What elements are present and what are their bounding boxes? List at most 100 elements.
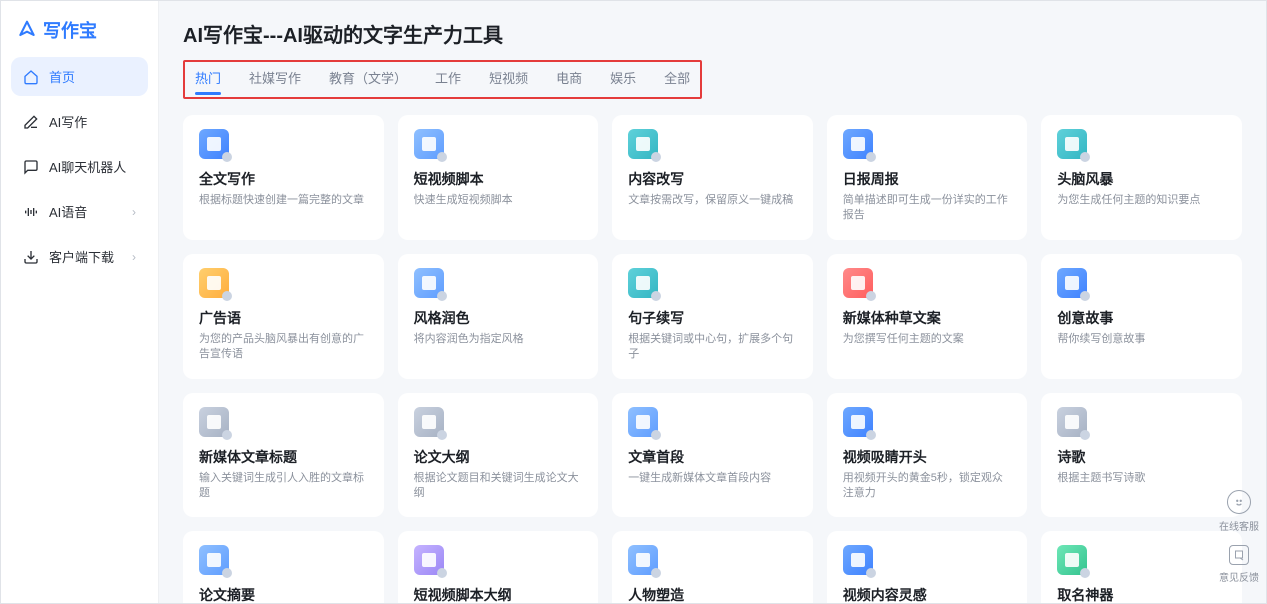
- customer-service-label: 在线客服: [1219, 518, 1259, 533]
- template-icon: [843, 129, 873, 159]
- template-icon: [843, 545, 873, 575]
- chevron-right-icon: ›: [132, 205, 136, 219]
- template-desc: 帮你续写创意故事: [1057, 332, 1226, 347]
- template-icon: [199, 545, 229, 575]
- template-title: 取名神器: [1057, 585, 1226, 603]
- home-icon: [23, 69, 39, 85]
- template-icon: [628, 129, 658, 159]
- template-card-17[interactable]: 人物塑造为你故事中的角色塑造一个丰满的人物形象: [612, 531, 813, 603]
- template-card-10[interactable]: 新媒体文章标题输入关键词生成引人入胜的文章标题: [183, 393, 384, 518]
- template-title: 论文大纲: [414, 447, 583, 467]
- chevron-right-icon: ›: [132, 250, 136, 264]
- sidebar: 写作宝 首页AI写作AI聊天机器人AI语音›客户端下载›: [1, 1, 159, 603]
- customer-service-button[interactable]: 在线客服: [1221, 490, 1257, 533]
- template-title: 文章首段: [628, 447, 797, 467]
- pencil-icon: [23, 114, 39, 130]
- template-icon: [1057, 545, 1087, 575]
- tab-4[interactable]: 短视频: [489, 68, 528, 93]
- template-title: 全文写作: [199, 169, 368, 189]
- template-icon: [414, 407, 444, 437]
- template-title: 视频吸睛开头: [843, 447, 1012, 467]
- template-icon: [1057, 268, 1087, 298]
- template-card-15[interactable]: 论文摘要根据论文题目和关键词生成论文摘要: [183, 531, 384, 603]
- sidebar-item-3[interactable]: AI语音 ›: [11, 192, 148, 231]
- template-card-3[interactable]: 日报周报简单描述即可生成一份详实的工作报告: [827, 115, 1028, 240]
- template-desc: 为您生成任何主题的知识要点: [1057, 193, 1226, 208]
- sidebar-item-0[interactable]: 首页: [11, 57, 148, 96]
- template-icon: [199, 129, 229, 159]
- template-icon: [843, 268, 873, 298]
- template-icon: [1057, 407, 1087, 437]
- feedback-button[interactable]: 意见反馈: [1221, 545, 1257, 584]
- template-desc: 根据主题书写诗歌: [1057, 471, 1226, 486]
- template-desc: 根据标题快速创建一篇完整的文章: [199, 193, 368, 208]
- template-icon: [199, 407, 229, 437]
- template-icon: [843, 407, 873, 437]
- template-card-7[interactable]: 句子续写根据关键词或中心句，扩展多个句子: [612, 254, 813, 379]
- sidebar-item-label: AI语音: [49, 202, 87, 221]
- category-tabs-box: 热门 社媒写作 教育（文学） 工作 短视频 电商 娱乐 全部: [183, 60, 702, 99]
- template-desc: 快速生成短视频脚本: [414, 193, 583, 208]
- template-card-1[interactable]: 短视频脚本快速生成短视频脚本: [398, 115, 599, 240]
- brand-name: 写作宝: [43, 17, 97, 43]
- tab-6[interactable]: 娱乐: [610, 68, 636, 93]
- template-card-18[interactable]: 视频内容灵感哪些热点拍视频？让AI写作宝来提供灵感: [827, 531, 1028, 603]
- template-card-19[interactable]: 取名神器一键生成人名、公司名称: [1041, 531, 1242, 603]
- template-desc: 简单描述即可生成一份详实的工作报告: [843, 193, 1012, 224]
- template-icon: [628, 545, 658, 575]
- template-card-6[interactable]: 风格润色将内容润色为指定风格: [398, 254, 599, 379]
- audio-icon: [23, 204, 39, 220]
- tab-3[interactable]: 工作: [435, 68, 461, 93]
- template-card-16[interactable]: 短视频脚本大纲生成VLOG、口播稿等短视频的拍摄大纲: [398, 531, 599, 603]
- tab-5[interactable]: 电商: [556, 68, 582, 93]
- template-card-13[interactable]: 视频吸睛开头用视频开头的黄金5秒，锁定观众注意力: [827, 393, 1028, 518]
- template-title: 新媒体种草文案: [843, 308, 1012, 328]
- template-card-8[interactable]: 新媒体种草文案为您撰写任何主题的文案: [827, 254, 1028, 379]
- template-title: 日报周报: [843, 169, 1012, 189]
- template-icon: [414, 129, 444, 159]
- template-icon: [628, 268, 658, 298]
- template-desc: 文章按需改写，保留原义一键成稿: [628, 193, 797, 208]
- template-title: 视频内容灵感: [843, 585, 1012, 603]
- template-card-14[interactable]: 诗歌根据主题书写诗歌: [1041, 393, 1242, 518]
- template-card-12[interactable]: 文章首段一键生成新媒体文章首段内容: [612, 393, 813, 518]
- template-title: 短视频脚本: [414, 169, 583, 189]
- template-title: 广告语: [199, 308, 368, 328]
- sidebar-item-4[interactable]: 客户端下载›: [11, 237, 148, 276]
- tab-0[interactable]: 热门: [195, 68, 221, 93]
- tab-2[interactable]: 教育（文学）: [329, 68, 407, 93]
- template-title: 句子续写: [628, 308, 797, 328]
- template-card-5[interactable]: 广告语为您的产品头脑风暴出有创意的广告宣传语: [183, 254, 384, 379]
- template-card-0[interactable]: 全文写作根据标题快速创建一篇完整的文章: [183, 115, 384, 240]
- tab-1[interactable]: 社媒写作: [249, 68, 301, 93]
- template-desc: 输入关键词生成引人入胜的文章标题: [199, 471, 368, 502]
- template-title: 诗歌: [1057, 447, 1226, 467]
- sidebar-item-2[interactable]: AI聊天机器人: [11, 147, 148, 186]
- template-card-4[interactable]: 头脑风暴为您生成任何主题的知识要点: [1041, 115, 1242, 240]
- template-title: 短视频脚本大纲: [414, 585, 583, 603]
- template-card-2[interactable]: 内容改写文章按需改写，保留原义一键成稿: [612, 115, 813, 240]
- template-title: 创意故事: [1057, 308, 1226, 328]
- template-desc: 用视频开头的黄金5秒，锁定观众注意力: [843, 471, 1012, 502]
- template-title: 头脑风暴: [1057, 169, 1226, 189]
- template-desc: 一键生成新媒体文章首段内容: [628, 471, 797, 486]
- template-title: 内容改写: [628, 169, 797, 189]
- feedback-icon: [1229, 545, 1249, 565]
- sidebar-item-1[interactable]: AI写作: [11, 102, 148, 141]
- download-icon: [23, 249, 39, 265]
- main-content: AI写作宝---AI驱动的文字生产力工具 热门社媒写作教育（文学）工作短视频电商…: [159, 1, 1266, 603]
- chat-icon: [23, 159, 39, 175]
- template-card-11[interactable]: 论文大纲根据论文题目和关键词生成论文大纲: [398, 393, 599, 518]
- smile-icon: [1227, 490, 1251, 514]
- template-title: 人物塑造: [628, 585, 797, 603]
- tab-7[interactable]: 全部: [664, 68, 690, 93]
- brand-logo[interactable]: 写作宝: [11, 13, 148, 57]
- template-card-9[interactable]: 创意故事帮你续写创意故事: [1041, 254, 1242, 379]
- template-icon: [1057, 129, 1087, 159]
- sidebar-item-label: 首页: [49, 67, 75, 86]
- template-icon: [414, 545, 444, 575]
- template-desc: 为您撰写任何主题的文案: [843, 332, 1012, 347]
- template-desc: 将内容润色为指定风格: [414, 332, 583, 347]
- template-title: 论文摘要: [199, 585, 368, 603]
- feedback-label: 意见反馈: [1219, 569, 1259, 584]
